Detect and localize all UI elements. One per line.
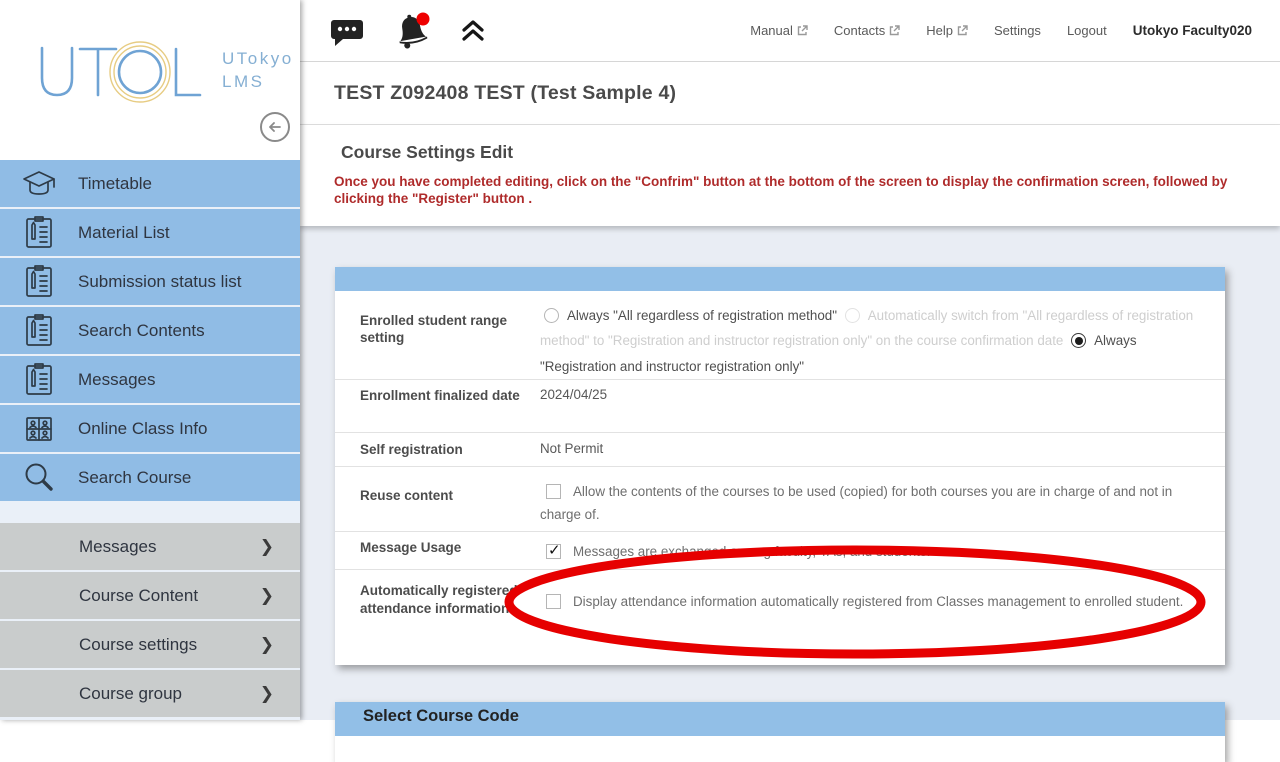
- section-header: Course Settings Edit Once you have compl…: [300, 125, 1280, 226]
- sidebar-item-messages[interactable]: Messages: [0, 356, 300, 403]
- radio-always-registration-only[interactable]: [1071, 333, 1086, 348]
- field-value: 2024/04/25: [540, 380, 1225, 432]
- radio-always-all-regardless[interactable]: [544, 308, 559, 323]
- external-link-icon: [957, 25, 968, 36]
- graduation-cap-icon: [0, 168, 78, 200]
- section-title: Select Course Code: [363, 707, 519, 726]
- sidebar-item-search-course[interactable]: Search Course: [0, 454, 300, 501]
- chevron-right-icon: ❯: [260, 537, 274, 557]
- sidebar-divider: [0, 503, 300, 523]
- row-message-usage: Message Usage Messages are exchanged amo…: [335, 532, 1225, 570]
- chat-icon[interactable]: [330, 15, 364, 47]
- sidebar-item-search-contents[interactable]: Search Contents: [0, 307, 300, 354]
- external-link-icon: [797, 25, 808, 36]
- clipboard-icon: [0, 216, 78, 250]
- field-value: Not Permit: [540, 433, 1225, 466]
- sidebar-item-online-class-info[interactable]: Online Class Info: [0, 405, 300, 452]
- bell-icon[interactable]: [392, 12, 432, 50]
- username-label: Utokyo Faculty020: [1133, 23, 1252, 38]
- link-manual[interactable]: Manual: [750, 23, 808, 38]
- sidebar-item-label: Material List: [78, 223, 170, 243]
- magnifier-icon: [0, 461, 78, 495]
- field-value: Always "All regardless of registration m…: [540, 291, 1225, 379]
- clipboard-icon: [0, 363, 78, 397]
- warning-text: Once you have completed editing, click o…: [300, 163, 1280, 207]
- sidebar: UTokyo LMS Timetable: [0, 0, 300, 720]
- row-self-registration: Self registration Not Permit: [335, 433, 1225, 467]
- utol-logo: UTokyo LMS: [36, 38, 294, 104]
- chevron-right-icon: ❯: [260, 635, 274, 655]
- row-auto-attendance-info: Automatically registered attendance info…: [335, 570, 1225, 665]
- select-course-code-section: Select Course Code: [335, 702, 1225, 762]
- row-enrollment-finalized-date: Enrollment finalized date 2024/04/25: [335, 380, 1225, 433]
- chevron-right-icon: ❯: [260, 684, 274, 704]
- link-logout[interactable]: Logout: [1067, 23, 1107, 38]
- logo-subtitle: UTokyo LMS: [222, 48, 294, 94]
- sidebar-item-label: Search Course: [78, 468, 191, 488]
- page-title: Course Settings Edit: [300, 125, 1280, 163]
- sidebar-subitem-label: Course group: [79, 684, 182, 704]
- link-contacts[interactable]: Contacts: [834, 23, 900, 38]
- checkbox-reuse-content[interactable]: [546, 484, 561, 499]
- course-title-bar: TEST Z092408 TEST (Test Sample 4): [300, 62, 1280, 125]
- main-area: Manual Contacts Help Settings Logout Uto…: [300, 0, 1280, 720]
- sidebar-subitem-label: Course Content: [79, 586, 198, 606]
- sidebar-subitem-course-settings[interactable]: Course settings ❯: [0, 621, 300, 668]
- top-bar: Manual Contacts Help Settings Logout Uto…: [300, 0, 1280, 62]
- sidebar-item-submission-status-list[interactable]: Submission status list: [0, 258, 300, 305]
- utol-logo-icon: [36, 38, 208, 104]
- field-label: Message Usage: [335, 532, 540, 569]
- form-header-bar: [335, 267, 1225, 291]
- link-settings[interactable]: Settings: [994, 23, 1041, 38]
- people-grid-icon: [0, 413, 78, 445]
- sidebar-subitem-course-group[interactable]: Course group ❯: [0, 670, 300, 717]
- clipboard-icon: [0, 265, 78, 299]
- chevron-right-icon: ❯: [260, 586, 274, 606]
- field-label: Reuse content: [335, 467, 540, 531]
- field-label: Automatically registered attendance info…: [335, 570, 540, 665]
- row-enrolled-student-range: Enrolled student range setting Always "A…: [335, 291, 1225, 380]
- row-reuse-content: Reuse content Allow the contents of the …: [335, 467, 1225, 532]
- sidebar-subitem-label: Messages: [79, 537, 156, 557]
- sidebar-subitem-messages[interactable]: Messages ❯: [0, 523, 300, 570]
- external-link-icon: [889, 25, 900, 36]
- sidebar-item-label: Submission status list: [78, 272, 241, 292]
- radio-automatically-switch: [845, 308, 860, 323]
- logo-area: UTokyo LMS: [0, 0, 300, 160]
- sidebar-item-material-list[interactable]: Material List: [0, 209, 300, 256]
- sidebar-nav: Timetable Material List: [0, 160, 300, 719]
- link-help[interactable]: Help: [926, 23, 968, 38]
- field-label: Self registration: [335, 433, 540, 466]
- sidebar-subitem-label: Course settings: [79, 635, 197, 655]
- course-settings-form: Enrolled student range setting Always "A…: [335, 267, 1225, 665]
- course-title: TEST Z092408 TEST (Test Sample 4): [334, 82, 676, 105]
- field-label: Enrollment finalized date: [335, 380, 540, 432]
- sidebar-collapse-button[interactable]: [260, 112, 290, 142]
- sidebar-item-label: Timetable: [78, 174, 152, 194]
- checkbox-message-usage[interactable]: [546, 544, 561, 559]
- arrow-left-icon: [267, 119, 283, 135]
- field-label: Enrolled student range setting: [335, 291, 540, 379]
- field-value: Display attendance information automatic…: [540, 570, 1225, 665]
- collapse-up-icon[interactable]: [460, 18, 486, 44]
- field-value: Allow the contents of the courses to be …: [540, 467, 1225, 531]
- sidebar-item-timetable[interactable]: Timetable: [0, 160, 300, 207]
- clipboard-icon: [0, 314, 78, 348]
- sidebar-item-label: Search Contents: [78, 321, 205, 341]
- section-header-bar: Select Course Code: [335, 702, 1225, 736]
- sidebar-item-label: Online Class Info: [78, 419, 207, 439]
- notification-badge: [417, 12, 430, 25]
- field-value: Messages are exchanged among faculty, TA…: [540, 532, 1225, 569]
- sidebar-subitem-course-content[interactable]: Course Content ❯: [0, 572, 300, 619]
- checkbox-attendance-display[interactable]: [546, 594, 561, 609]
- sidebar-item-label: Messages: [78, 370, 155, 390]
